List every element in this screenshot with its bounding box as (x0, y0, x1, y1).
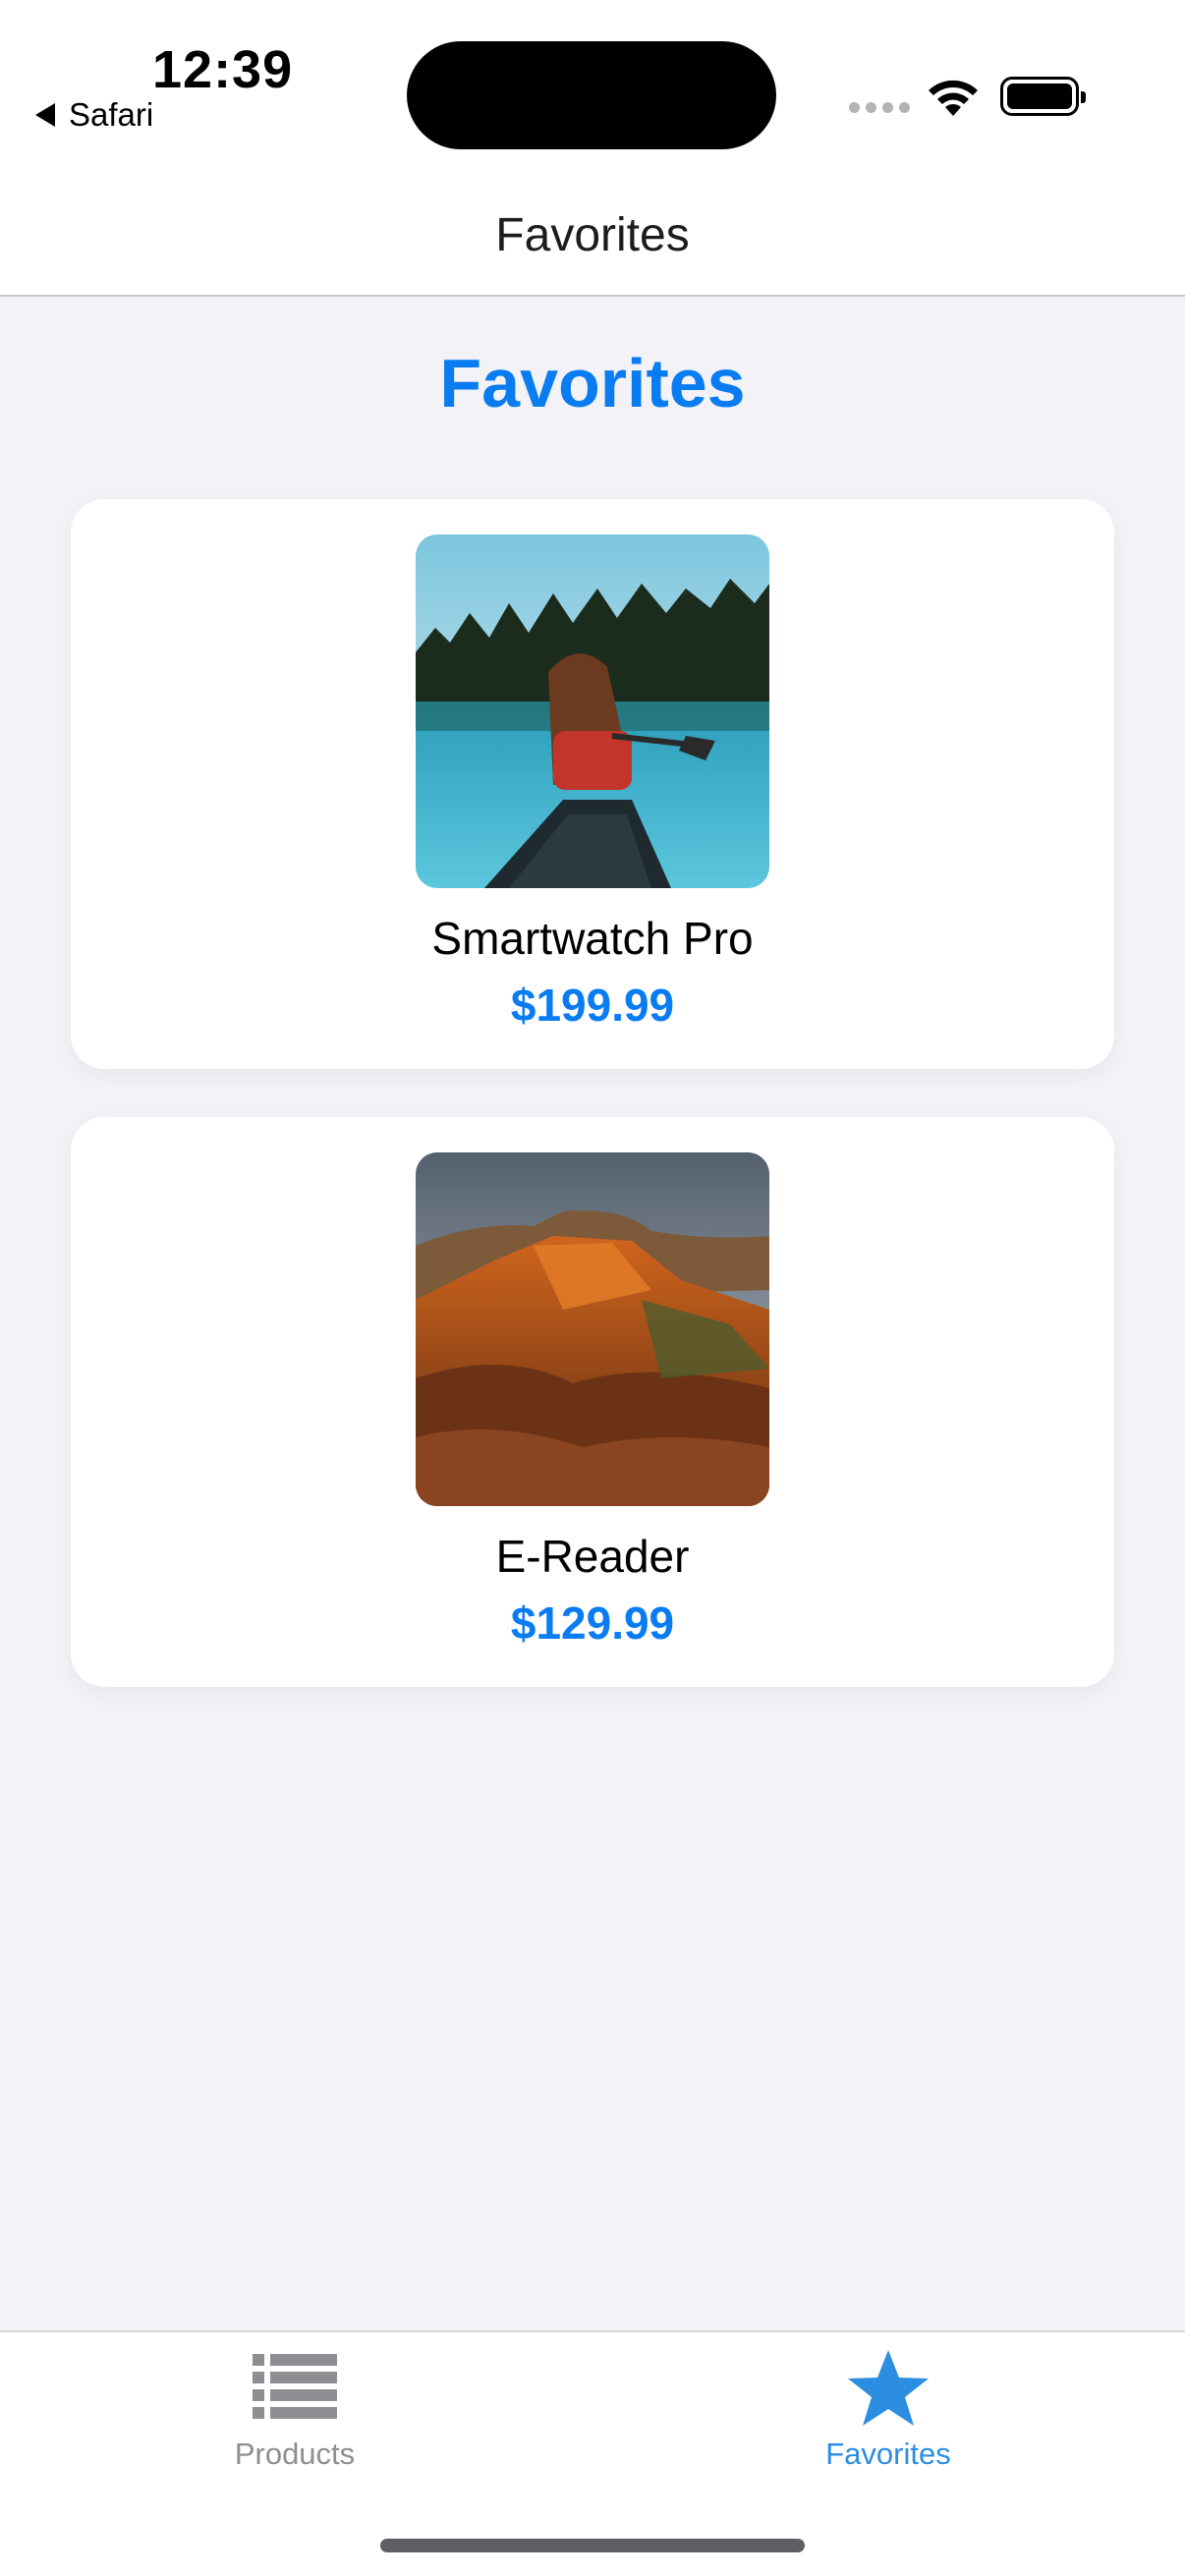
tab-label: Favorites (825, 2436, 951, 2471)
list-icon (253, 2354, 337, 2419)
back-app-label: Safari (69, 96, 154, 133)
cellular-signal-icon (849, 102, 910, 113)
home-indicator[interactable] (380, 2539, 805, 2552)
dynamic-island (407, 41, 776, 149)
favorite-card[interactable]: Smartwatch Pro $199.99 (71, 499, 1114, 1069)
tab-favorites[interactable]: Favorites (741, 2348, 1036, 2486)
product-price: $129.99 (510, 1597, 675, 1649)
favorite-card[interactable]: E-Reader $129.99 (71, 1117, 1114, 1687)
back-to-app-button[interactable]: Safari (35, 96, 153, 134)
nav-title: Favorites (495, 209, 690, 261)
back-arrow-icon (35, 103, 55, 127)
product-image (416, 534, 769, 888)
page-title: Favorites (439, 345, 746, 421)
tab-products[interactable]: Products (147, 2348, 442, 2486)
product-price: $199.99 (510, 980, 675, 1031)
product-image (416, 1152, 769, 1506)
red-rock-canyon-photo (416, 1152, 769, 1506)
product-name: E-Reader (495, 1531, 690, 1582)
screen: 12:39 Safari Favorites Favorites Smartwa… (0, 0, 1185, 2576)
wifi-icon (929, 80, 978, 116)
tab-label: Products (234, 2436, 356, 2471)
status-time: 12:39 (152, 40, 294, 99)
star-icon (848, 2350, 929, 2426)
canoe-lake-photo (416, 534, 769, 888)
top-bar: 12:39 Safari Favorites (0, 0, 1185, 297)
product-name: Smartwatch Pro (431, 913, 754, 964)
battery-icon (1000, 77, 1086, 116)
